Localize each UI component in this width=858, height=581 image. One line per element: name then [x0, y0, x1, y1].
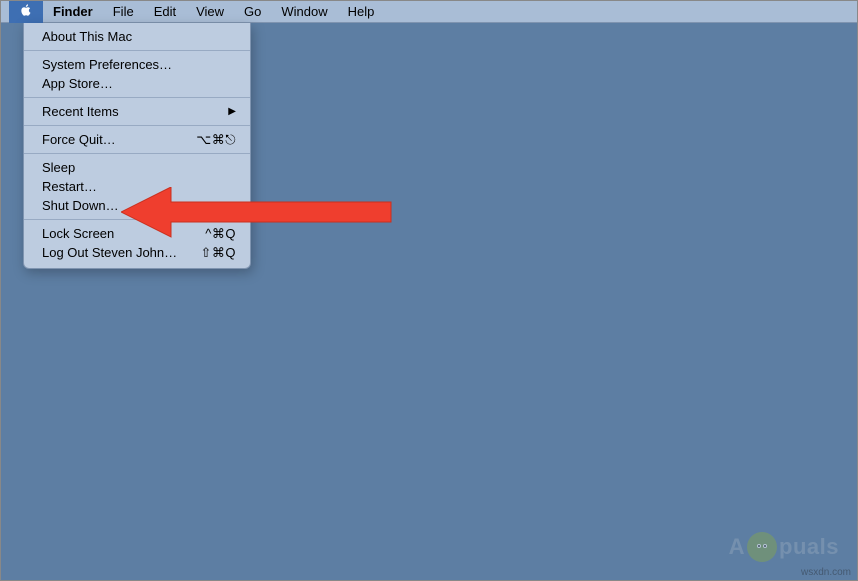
menu-item-sleep[interactable]: Sleep: [24, 158, 250, 177]
menu-item-label: Restart…: [42, 179, 97, 194]
menu-item-label: About This Mac: [42, 29, 132, 44]
mascot-icon: [747, 532, 777, 562]
menu-item-lock-screen[interactable]: Lock Screen ^⌘Q: [24, 224, 250, 243]
menu-item-restart[interactable]: Restart…: [24, 177, 250, 196]
menu-item-label: Shut Down…: [42, 198, 119, 213]
menu-separator: [24, 50, 250, 51]
apple-menu-button[interactable]: [9, 1, 43, 23]
menu-item-label: Log Out Steven John…: [42, 245, 177, 260]
menu-item-system-preferences[interactable]: System Preferences…: [24, 55, 250, 74]
menu-item-label: Lock Screen: [42, 226, 114, 241]
watermark-text-pre: A: [729, 534, 745, 560]
credit-text: wsxdn.com: [801, 567, 851, 578]
menu-item-label: Sleep: [42, 160, 75, 175]
menu-shortcut: ⇧⌘Q: [200, 245, 236, 261]
menu-item-label: App Store…: [42, 76, 113, 91]
watermark-logo: A puals: [729, 532, 839, 562]
menu-shortcut: ^⌘Q: [205, 226, 236, 242]
menu-separator: [24, 153, 250, 154]
menu-separator: [24, 219, 250, 220]
menu-item-shut-down[interactable]: Shut Down…: [24, 196, 250, 215]
watermark-text-post: puals: [779, 534, 839, 560]
menu-item-log-out[interactable]: Log Out Steven John… ⇧⌘Q: [24, 243, 250, 262]
submenu-arrow-icon: ▶: [228, 106, 236, 117]
menu-item-force-quit[interactable]: Force Quit… ⌥⌘⎋: [24, 130, 250, 149]
menu-separator: [24, 97, 250, 98]
menu-item-about-this-mac[interactable]: About This Mac: [24, 27, 250, 46]
menu-item-recent-items[interactable]: Recent Items ▶: [24, 102, 250, 121]
menubar-item-go[interactable]: Go: [234, 1, 271, 23]
menu-item-label: Recent Items: [42, 104, 119, 119]
menubar-item-help[interactable]: Help: [338, 1, 385, 23]
menubar-item-edit[interactable]: Edit: [144, 1, 186, 23]
menu-item-label: Force Quit…: [42, 132, 116, 147]
menubar-item-file[interactable]: File: [103, 1, 144, 23]
menubar: Finder File Edit View Go Window Help: [1, 1, 857, 23]
menubar-item-view[interactable]: View: [186, 1, 234, 23]
menu-item-label: System Preferences…: [42, 57, 172, 72]
apple-menu-dropdown: About This Mac System Preferences… App S…: [23, 23, 251, 269]
apple-icon: [19, 3, 33, 20]
menu-shortcut: ⌥⌘⎋: [196, 132, 236, 148]
menu-item-app-store[interactable]: App Store…: [24, 74, 250, 93]
menu-separator: [24, 125, 250, 126]
menubar-item-finder[interactable]: Finder: [43, 1, 103, 23]
menubar-item-window[interactable]: Window: [271, 1, 337, 23]
